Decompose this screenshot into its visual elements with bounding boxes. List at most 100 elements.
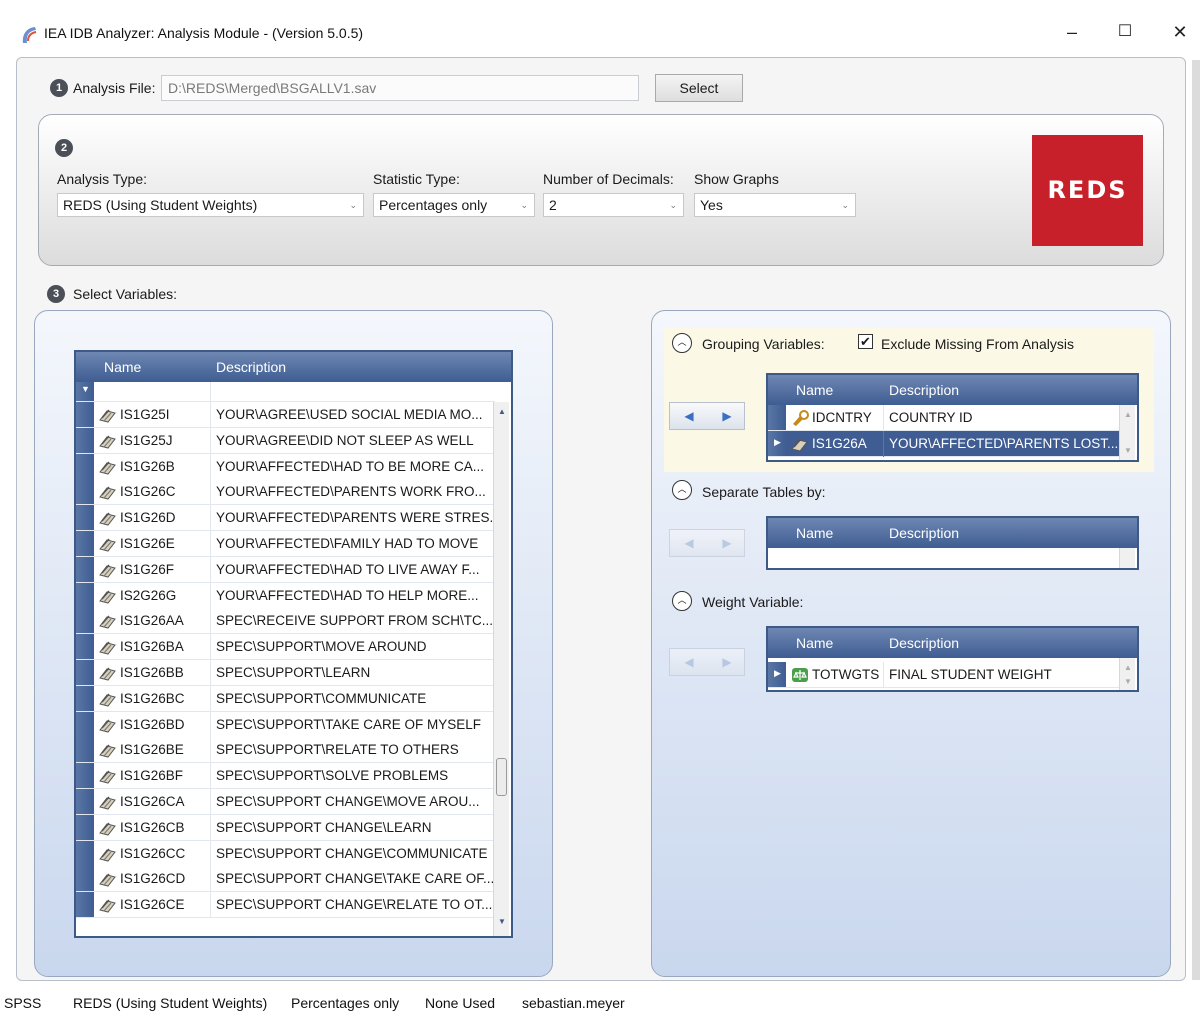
maximize-button[interactable]: ☐ (1105, 18, 1145, 46)
table-row[interactable]: IS1G26BF SPEC\SUPPORT\SOLVE PROBLEMS (76, 763, 493, 790)
variable-name: IS1G25I (120, 407, 170, 422)
select-variables-label: Select Variables: (73, 286, 178, 302)
decimals-value: 2 (549, 197, 557, 213)
table-row[interactable]: IS1G26CE SPEC\SUPPORT CHANGE\RELATE TO OT… (76, 892, 493, 919)
row-selector (76, 660, 94, 685)
collapse-weight-icon[interactable]: ︿ (672, 591, 692, 611)
grouping-col-description[interactable]: Description (889, 375, 959, 405)
weight-col-name[interactable]: Name (796, 628, 833, 658)
separate-col-name[interactable]: Name (796, 518, 833, 548)
window-title: IEA IDB Analyzer: Analysis Module - (Ver… (44, 25, 364, 41)
variable-description: YOUR\AFFECTED\HAD TO LIVE AWAY F... (210, 556, 493, 583)
collapse-grouping-icon[interactable]: ︿ (672, 333, 692, 353)
grouping-row[interactable]: IDCNTRY COUNTRY ID (768, 405, 1119, 431)
table-row[interactable]: IS1G26BA SPEC\SUPPORT\MOVE AROUND (76, 634, 493, 661)
analysis-file-input[interactable]: D:\REDS\Merged\BSGALLV1.sav (161, 75, 639, 101)
weight-grid[interactable]: Name Description ▶ TOTWGTS FINAL STUDENT… (766, 626, 1139, 692)
col-header-name[interactable]: Name (104, 352, 141, 382)
table-row[interactable]: IS1G26B YOUR\AFFECTED\HAD TO BE MORE CA..… (76, 453, 493, 480)
variable-description: SPEC\SUPPORT CHANGE\RELATE TO OT... (210, 892, 493, 919)
scroll-down-icon[interactable]: ▼ (494, 914, 510, 930)
show-graphs-select[interactable]: Yes ⌄ (694, 193, 856, 217)
table-row[interactable]: IS1G26CA SPEC\SUPPORT CHANGE\MOVE AROU... (76, 789, 493, 815)
variable-description: SPEC\RECEIVE SUPPORT FROM SCH\TC... (210, 608, 493, 635)
separate-grid[interactable]: Name Description (766, 516, 1139, 570)
table-row[interactable]: IS1G26C YOUR\AFFECTED\PARENTS WORK FRO... (76, 479, 493, 506)
close-button[interactable]: ✕ (1160, 18, 1200, 46)
scroll-down-icon[interactable]: ▼ (1120, 443, 1136, 459)
row-selector (76, 814, 94, 840)
grouping-col-name[interactable]: Name (796, 375, 833, 405)
table-row[interactable]: IS1G26AA SPEC\RECEIVE SUPPORT FROM SCH\TC… (76, 608, 493, 635)
table-row[interactable]: IS1G26BB SPEC\SUPPORT\LEARN (76, 660, 493, 686)
table-row[interactable]: IS1G26BC SPEC\SUPPORT\COMMUNICATE (76, 685, 493, 712)
row-selector (76, 685, 94, 711)
table-row[interactable]: IS1G26BD SPEC\SUPPORT\TAKE CARE OF MYSELF (76, 711, 493, 738)
filter-row[interactable]: ▼ (76, 382, 495, 402)
variables-grid[interactable]: Name Description ▼ IS1G25I YOUR\AGREE\USE… (74, 350, 513, 938)
col-header-description[interactable]: Description (216, 352, 286, 382)
scroll-up-icon[interactable]: ▲ (494, 404, 510, 420)
weight-move-buttons: ◀ ▶ (669, 648, 745, 676)
move-right-icon[interactable]: ▶ (708, 649, 746, 675)
table-row[interactable]: IS1G26CC SPEC\SUPPORT CHANGE\COMMUNICATE (76, 840, 493, 867)
move-right-icon[interactable]: ▶ (708, 530, 746, 556)
statistic-type-select[interactable]: Percentages only ⌄ (373, 193, 535, 217)
variable-description: SPEC\SUPPORT\TAKE CARE OF MYSELF (210, 711, 493, 738)
analysis-type-value: REDS (Using Student Weights) (63, 197, 258, 213)
separate-grid-header: Name Description (768, 518, 1137, 548)
table-row[interactable]: IS1G26E YOUR\AFFECTED\FAMILY HAD TO MOVE (76, 531, 493, 557)
move-right-icon[interactable]: ▶ (708, 403, 746, 429)
grouping-row-name: IDCNTRY (812, 410, 872, 425)
table-row[interactable]: IS1G25I YOUR\AGREE\USED SOCIAL MEDIA MO..… (76, 402, 493, 428)
row-selector (768, 405, 786, 430)
status-software: SPSS (4, 995, 42, 1011)
analysis-type-select[interactable]: REDS (Using Student Weights) ⌄ (57, 193, 364, 217)
separate-col-description[interactable]: Description (889, 518, 959, 548)
scroll-thumb[interactable] (496, 758, 507, 796)
window-scrollbar[interactable] (1192, 60, 1200, 980)
row-selector (76, 531, 94, 556)
collapse-separate-icon[interactable]: ︿ (672, 480, 692, 500)
separate-scrollbar[interactable] (1119, 548, 1135, 568)
move-left-icon[interactable]: ◀ (670, 649, 708, 675)
show-graphs-value: Yes (700, 197, 723, 213)
decimals-select[interactable]: 2 ⌄ (543, 193, 684, 217)
statistic-type-label: Statistic Type: (373, 171, 460, 187)
variable-description: SPEC\SUPPORT CHANGE\COMMUNICATE (210, 840, 493, 867)
variable-icon (99, 667, 116, 681)
table-row[interactable]: IS1G26D YOUR\AFFECTED\PARENTS WERE STRES.… (76, 505, 493, 532)
variable-name: IS1G26BF (120, 768, 184, 784)
table-row[interactable]: IS1G26CD SPEC\SUPPORT CHANGE\TAKE CARE OF… (76, 866, 493, 893)
select-file-button[interactable]: Select (655, 74, 743, 102)
move-left-icon[interactable]: ◀ (670, 530, 708, 556)
variable-name: IS2G26G (120, 587, 177, 603)
chevron-down-icon: ⌄ (841, 200, 849, 210)
table-row[interactable]: IS2G26G YOUR\AFFECTED\HAD TO HELP MORE... (76, 582, 493, 609)
table-row[interactable]: IS1G26CB SPEC\SUPPORT CHANGE\LEARN (76, 814, 493, 841)
grouping-scrollbar[interactable]: ▲ ▼ (1119, 405, 1135, 460)
weight-row[interactable]: ▶ TOTWGTS FINAL STUDENT WEIGHT (768, 662, 1119, 688)
variable-name: IS1G26B (120, 458, 175, 474)
variable-name: IS1G26AA (120, 613, 184, 629)
table-row[interactable]: IS1G26BE SPEC\SUPPORT\RELATE TO OTHERS (76, 737, 493, 764)
minimize-button[interactable]: – (1052, 18, 1092, 46)
table-row[interactable]: IS1G26F YOUR\AFFECTED\HAD TO LIVE AWAY F.… (76, 556, 493, 583)
row-selector (76, 737, 94, 763)
scroll-up-icon[interactable]: ▲ (1120, 407, 1136, 423)
filter-icon[interactable]: ▼ (81, 384, 90, 394)
grid-header: Name Description (76, 352, 511, 382)
weight-scrollbar[interactable]: ▲ ▼ (1119, 658, 1135, 690)
variable-name: IS1G26CA (120, 794, 185, 809)
row-selector (76, 892, 94, 918)
variable-description: SPEC\SUPPORT\MOVE AROUND (210, 634, 493, 661)
weight-grid-header: Name Description (768, 628, 1137, 658)
move-left-icon[interactable]: ◀ (670, 403, 708, 429)
exclude-missing-checkbox[interactable]: ✔ (858, 334, 873, 349)
grouping-grid[interactable]: Name Description IDCNTRY COUNTRY ID ▶ IS… (766, 373, 1139, 462)
grouping-row-selected[interactable]: ▶ IS1G26A YOUR\AFFECTED\PARENTS LOST... (768, 431, 1119, 457)
variables-scrollbar[interactable]: ▲ ▼ (493, 402, 509, 936)
table-row[interactable]: IS1G25J YOUR\AGREE\DID NOT SLEEP AS WELL (76, 427, 493, 454)
scroll-down-icon[interactable]: ▼ (1120, 674, 1136, 690)
weight-col-description[interactable]: Description (889, 628, 959, 658)
